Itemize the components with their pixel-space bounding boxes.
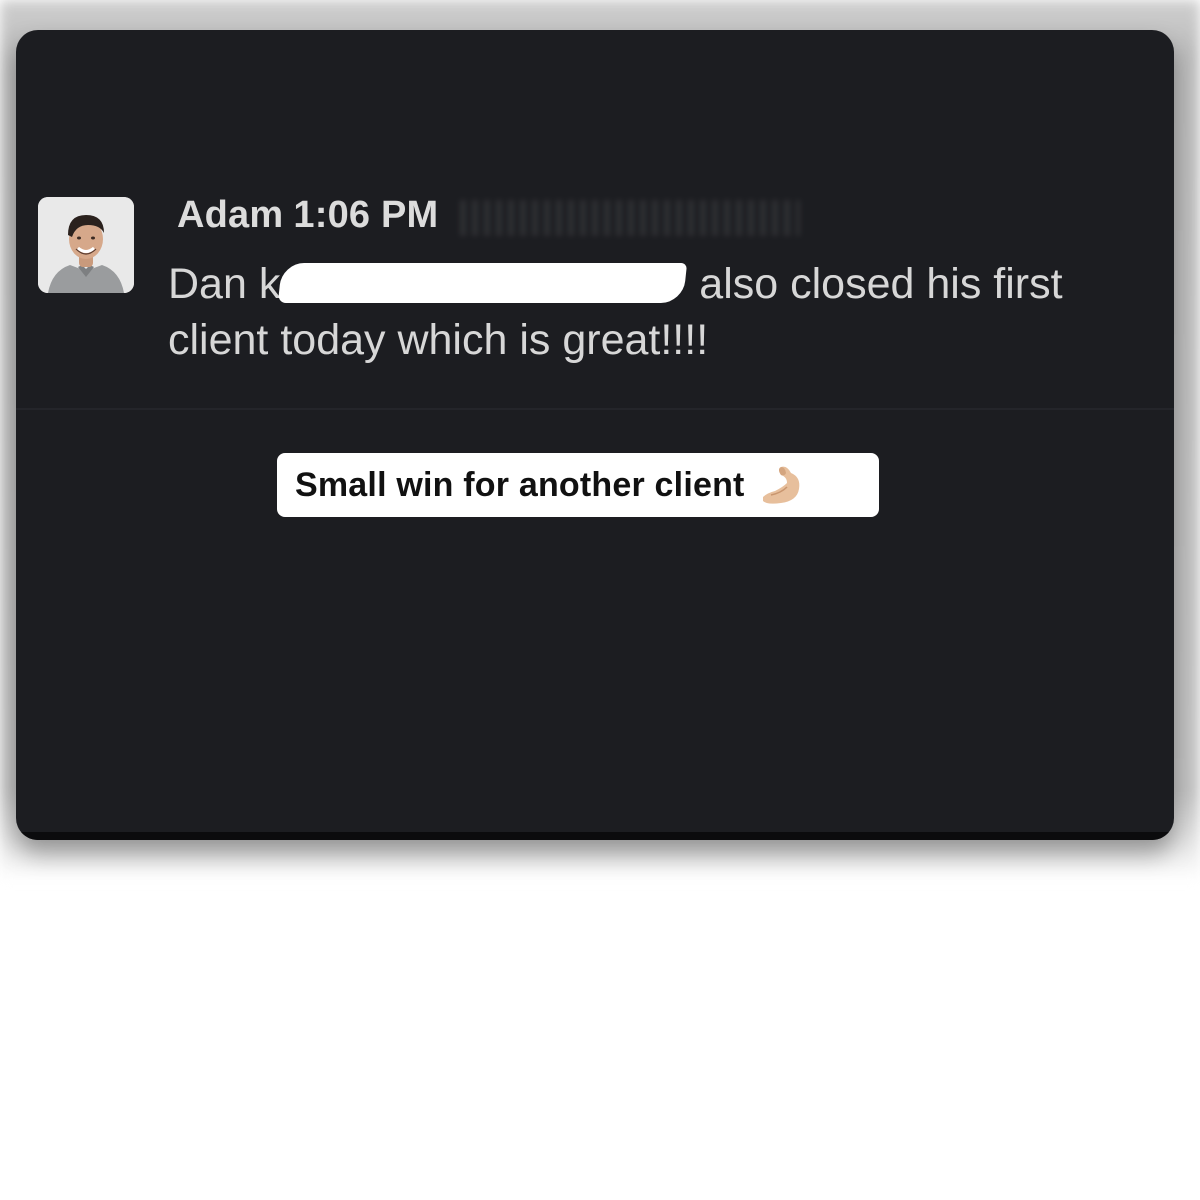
faded-header-text <box>460 200 800 236</box>
message-timestamp[interactable]: 1:06 PM <box>293 194 438 237</box>
message-text-end: also closed his first <box>687 260 1063 308</box>
flexed-biceps-icon <box>757 461 805 509</box>
message-header: Adam 1:06 PM <box>177 194 438 238</box>
message-text-start: Dan <box>168 260 259 308</box>
page: Adam 1:06 PM Dan k also closed his first… <box>0 0 1200 1200</box>
message-text: Dan k also closed his first client today… <box>168 256 1108 368</box>
caption-label: Small win for another client <box>277 453 879 517</box>
caption-text: Small win for another client <box>295 465 745 504</box>
avatar[interactable] <box>38 197 134 293</box>
message-text-fragment: k <box>258 260 281 308</box>
message-divider <box>16 408 1174 410</box>
card-bottom-edge <box>16 832 1174 840</box>
person-avatar-icon <box>38 197 134 293</box>
message-line-1: Dan k also closed his first <box>168 256 1108 312</box>
redaction-mark <box>278 262 688 303</box>
message-line-2: client today which is great!!!! <box>168 316 709 364</box>
author-name[interactable]: Adam <box>177 194 283 237</box>
chat-message-card <box>16 30 1174 840</box>
